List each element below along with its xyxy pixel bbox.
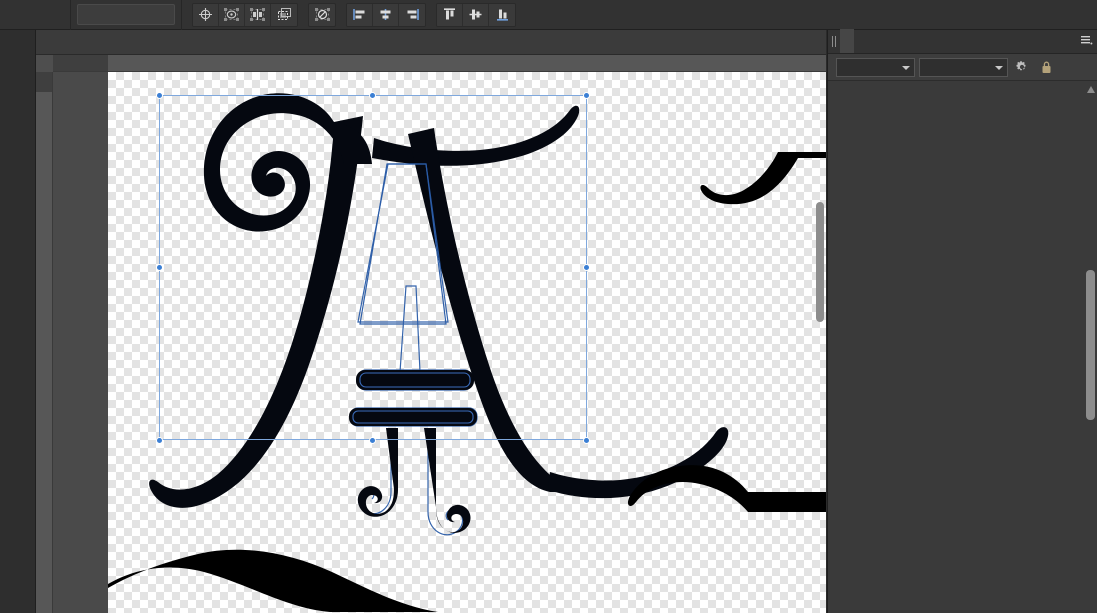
align-left-icon[interactable] bbox=[347, 3, 373, 26]
canvas-area[interactable] bbox=[36, 55, 826, 613]
selection-handle-se[interactable] bbox=[583, 437, 590, 444]
divider bbox=[70, 0, 71, 30]
hamburger-icon[interactable] bbox=[1080, 34, 1093, 50]
horizontal-ruler bbox=[36, 55, 826, 72]
selection-handle-e[interactable] bbox=[583, 264, 590, 271]
layer-options-bar bbox=[828, 54, 1097, 81]
disable-snapping-icon[interactable] bbox=[309, 3, 335, 26]
transform-tool-group bbox=[192, 2, 298, 27]
align-top-icon[interactable] bbox=[437, 3, 463, 26]
align-horizontal-group bbox=[346, 2, 426, 27]
tab-character[interactable] bbox=[854, 29, 868, 53]
panel-tab-bar bbox=[828, 29, 1097, 54]
show-bounding-box-icon[interactable] bbox=[219, 3, 245, 26]
selection-handle-n[interactable] bbox=[369, 92, 376, 99]
ruler-unit-label[interactable] bbox=[36, 55, 53, 72]
right-panel bbox=[827, 29, 1097, 613]
left-toolbar bbox=[0, 30, 36, 613]
align-center-horizontal-icon[interactable] bbox=[373, 3, 399, 26]
layers-list[interactable] bbox=[828, 81, 1097, 613]
vertical-ruler bbox=[36, 72, 53, 613]
opacity-combobox[interactable] bbox=[836, 57, 915, 77]
chevron-down-icon bbox=[902, 65, 910, 70]
flip-horizontal-icon[interactable] bbox=[245, 3, 271, 26]
gear-icon[interactable] bbox=[1012, 57, 1032, 77]
selection-handle-s[interactable] bbox=[369, 437, 376, 444]
align-right-icon[interactable] bbox=[399, 3, 425, 26]
layers-scrollbar-thumb[interactable] bbox=[1086, 270, 1095, 420]
layers-scroll-up-arrow[interactable] bbox=[1086, 84, 1095, 94]
tab-layers[interactable] bbox=[840, 29, 854, 53]
selection-handle-sw[interactable] bbox=[156, 437, 163, 444]
panel-drag-handle[interactable] bbox=[828, 29, 840, 53]
snapping-tool-group bbox=[308, 2, 336, 27]
lock-icon[interactable] bbox=[1036, 57, 1056, 77]
context-toolbar bbox=[0, 0, 1097, 30]
artboard[interactable] bbox=[108, 72, 826, 613]
group-button[interactable] bbox=[77, 4, 175, 25]
chevron-down-icon bbox=[995, 65, 1003, 70]
selection-handle-ne[interactable] bbox=[583, 92, 590, 99]
align-middle-vertical-icon[interactable] bbox=[463, 3, 489, 26]
app-root bbox=[0, 0, 1097, 613]
tab-glyph-browser[interactable] bbox=[868, 29, 882, 53]
ruler-offscreen-region bbox=[36, 72, 52, 92]
align-vertical-group bbox=[436, 2, 516, 27]
document-tab-bar bbox=[36, 30, 826, 55]
blend-mode-combobox[interactable] bbox=[919, 57, 1008, 77]
transform-origin-icon[interactable] bbox=[193, 3, 219, 26]
align-bottom-icon[interactable] bbox=[489, 3, 515, 26]
canvas-vertical-scrollbar[interactable] bbox=[816, 202, 824, 322]
duplicate-icon[interactable] bbox=[271, 3, 297, 26]
selection-handle-nw[interactable] bbox=[156, 92, 163, 99]
divider bbox=[181, 0, 182, 30]
selection-handle-w[interactable] bbox=[156, 264, 163, 271]
